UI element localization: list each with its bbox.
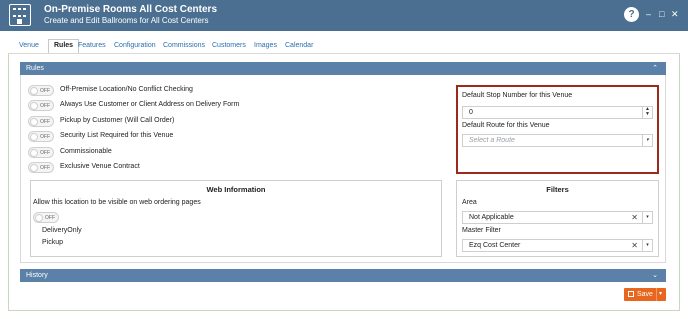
rule-label: Security List Required for this Venue (60, 132, 174, 139)
tab-bar: Venue Rules Features Configuration Commi… (12, 39, 682, 54)
clear-icon[interactable]: ✕ (631, 212, 638, 223)
close-icon[interactable]: ✕ (671, 9, 679, 19)
toggle-state-label: OFF (40, 165, 50, 171)
toggle-state-label: OFF (40, 119, 50, 125)
clear-icon[interactable]: ✕ (631, 240, 638, 251)
stepper-icon[interactable]: ▲ ▼ (642, 107, 652, 118)
chevron-down-icon[interactable]: ▾ (642, 135, 652, 146)
master-filter-label: Master Filter (462, 227, 501, 234)
toggle-switch[interactable]: OFF (28, 162, 54, 173)
web-visibility-toggle[interactable]: OFF (33, 212, 59, 223)
building-icon (9, 4, 31, 26)
tab-configuration[interactable]: Configuration (114, 40, 156, 52)
toggle-switch[interactable]: OFF (28, 147, 54, 158)
window-subtitle: Create and Edit Ballrooms for All Cost C… (44, 16, 209, 25)
chevron-down-icon[interactable]: ▾ (642, 212, 652, 223)
rule-label: Commissionable (60, 148, 112, 155)
filters-title: Filters (546, 185, 569, 194)
web-visibility-label: Allow this location to be visible on web… (33, 199, 201, 206)
toggle-switch[interactable]: OFF (28, 131, 54, 142)
rule-label: Exclusive Venue Contract (60, 163, 140, 170)
tab-commissions[interactable]: Commissions (163, 40, 205, 52)
window-title: On-Premise Rooms All Cost Centers (44, 4, 218, 15)
web-information-title: Web Information (206, 185, 266, 194)
history-section-header[interactable]: History ⌄ (20, 269, 666, 282)
tab-venue[interactable]: Venue (19, 40, 39, 52)
title-bar: On-Premise Rooms All Cost Centers Create… (0, 0, 688, 31)
save-options-caret-icon[interactable]: ▾ (656, 288, 664, 301)
toggle-state-label: OFF (40, 88, 50, 94)
stop-number-value: 0 (469, 109, 473, 116)
rules-section-title: Rules (26, 65, 44, 72)
toggle-switch[interactable]: OFF (28, 100, 54, 111)
tab-customers[interactable]: Customers (212, 40, 246, 52)
toggle-switch[interactable]: OFF (28, 85, 54, 96)
toggle-state-label: OFF (40, 134, 50, 140)
area-value: Not Applicable (469, 214, 514, 221)
web-information-panel: Web Information (30, 180, 442, 257)
toggle-state-label: OFF (40, 150, 50, 156)
rule-label: Always Use Customer or Client Address on… (60, 101, 240, 108)
save-button[interactable]: Save ▾ (624, 288, 666, 301)
tab-features[interactable]: Features (78, 40, 106, 52)
save-icon (628, 291, 634, 297)
chevron-down-icon[interactable]: ▾ (642, 240, 652, 251)
route-select[interactable]: Select a Route ▾ (462, 134, 653, 147)
help-icon[interactable]: ? (624, 7, 639, 22)
toggle-state-label: OFF (40, 103, 50, 109)
maximize-icon[interactable]: □ (659, 9, 664, 19)
stop-number-label: Default Stop Number for this Venue (462, 92, 573, 99)
area-label: Area (462, 199, 477, 206)
rule-label: Pickup by Customer (Will Call Order) (60, 117, 175, 124)
tab-calendar[interactable]: Calendar (285, 40, 313, 52)
tab-rules[interactable]: Rules (48, 39, 80, 54)
delivery-only-option[interactable]: DeliveryOnly (42, 227, 82, 234)
toggle-switch[interactable]: OFF (28, 116, 54, 127)
master-filter-value: Ezq Cost Center (469, 242, 521, 249)
history-section-title: History (26, 272, 48, 279)
minimize-icon[interactable]: – (646, 9, 651, 19)
rules-section-header[interactable]: Rules ⌃ (20, 62, 666, 75)
rule-label: Off-Premise Location/No Conflict Checkin… (60, 86, 193, 93)
pickup-option[interactable]: Pickup (42, 239, 63, 246)
route-placeholder: Select a Route (469, 137, 515, 144)
chevron-up-icon[interactable]: ⌃ (652, 62, 658, 75)
save-label: Save (637, 291, 653, 298)
master-filter-select[interactable]: Ezq Cost Center ✕ ▾ (462, 239, 653, 252)
area-select[interactable]: Not Applicable ✕ ▾ (462, 211, 653, 224)
stop-number-input[interactable]: 0 ▲ ▼ (462, 106, 653, 119)
route-label: Default Route for this Venue (462, 122, 550, 129)
chevron-down-icon[interactable]: ⌄ (652, 269, 658, 282)
tab-images[interactable]: Images (254, 40, 277, 52)
toggle-state-label: OFF (45, 215, 55, 221)
